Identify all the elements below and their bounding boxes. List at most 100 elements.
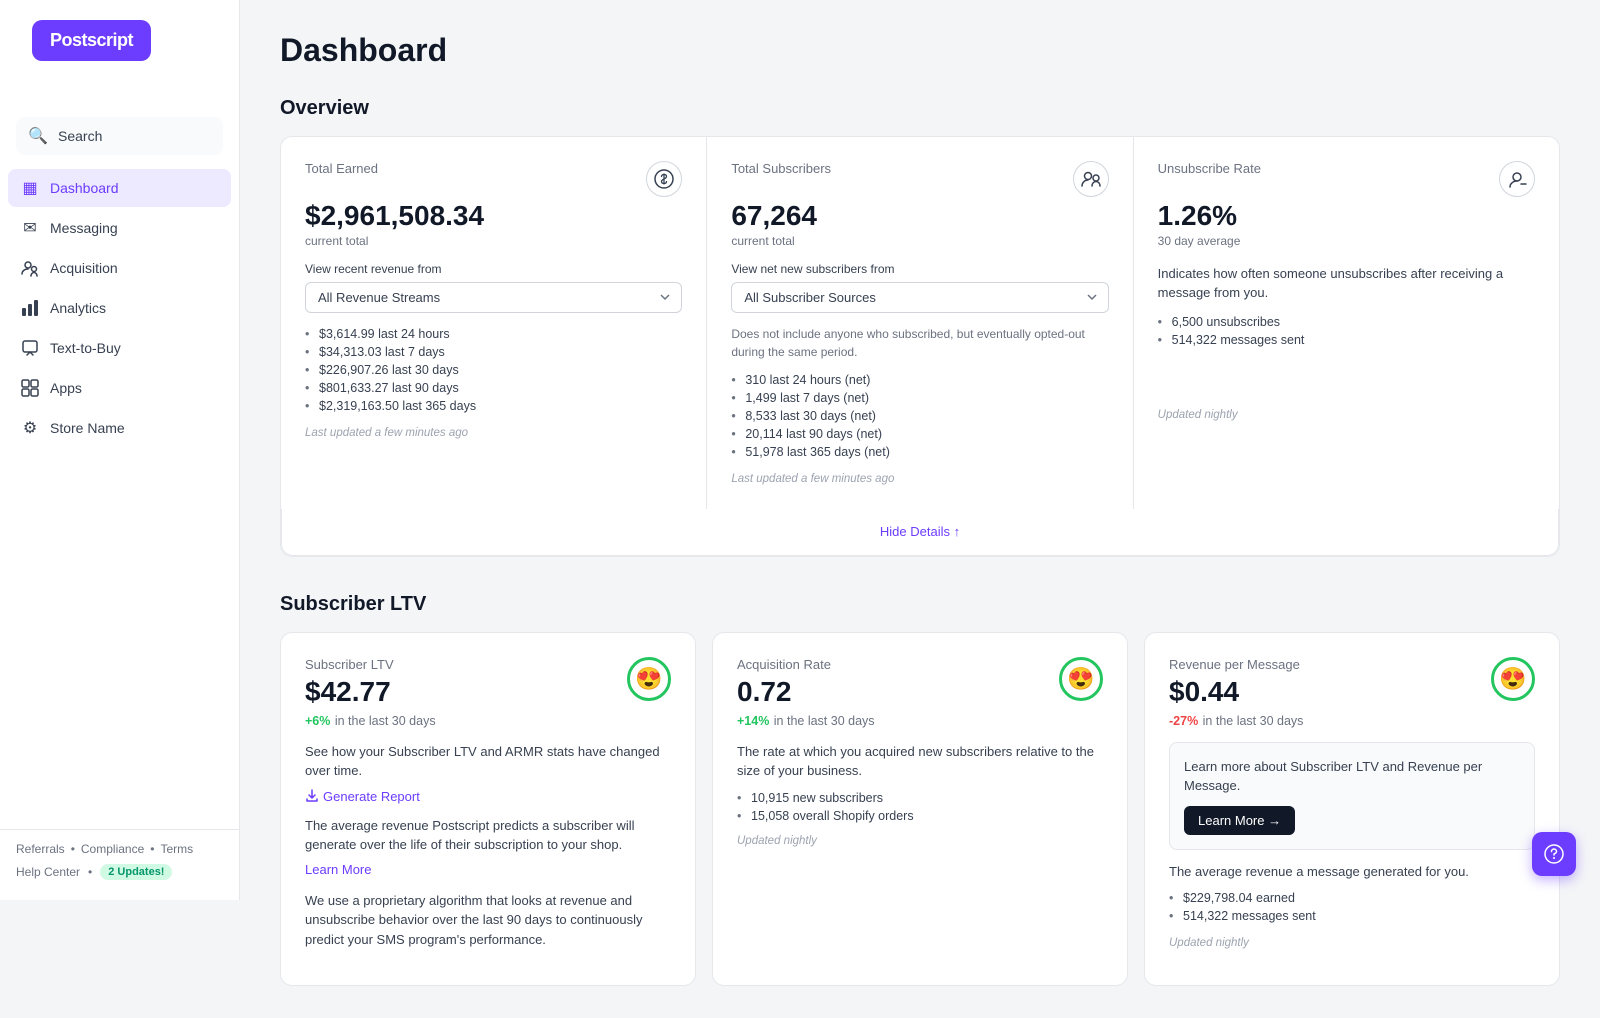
overview-cards-wrapper: Total Earned $2,961,508.34 current total…: [280, 136, 1560, 557]
terms-link[interactable]: Terms: [160, 842, 193, 856]
subscribers-label: Total Subscribers: [731, 161, 831, 176]
revenue-per-message-card: Revenue per Message $0.44 -27% in the la…: [1144, 632, 1560, 987]
rpm-value: $0.44: [1169, 676, 1303, 708]
subscribers-sub: current total: [731, 234, 1108, 248]
subscribers-updated: Last updated a few minutes ago: [731, 473, 1108, 485]
rpm-bullet-1: $229,798.04 earned: [1169, 889, 1535, 907]
apps-icon: [20, 378, 40, 398]
analytics-icon: [20, 298, 40, 318]
ltv-extra-desc: The average revenue Postscript predicts …: [305, 816, 671, 855]
text-to-buy-icon: [20, 338, 40, 358]
revenue-bullet-3: $226,907.26 last 30 days: [305, 361, 682, 379]
rpm-change: -27%: [1169, 714, 1198, 728]
rpm-change-text: in the last 30 days: [1203, 714, 1304, 728]
ltv-value: $42.77: [305, 676, 436, 708]
hide-details-bar: Hide Details ↑: [281, 509, 1559, 556]
subscribers-icon: [1073, 161, 1109, 197]
total-subscribers-card: Total Subscribers 67,264 current total: [707, 137, 1133, 509]
sidebar-item-acquisition[interactable]: Acquisition: [8, 249, 231, 287]
rpm-updated: Updated nightly: [1169, 937, 1535, 949]
sidebar-item-analytics[interactable]: Analytics: [8, 289, 231, 327]
page-title: Dashboard: [280, 32, 1560, 69]
revenue-updated: Last updated a few minutes ago: [305, 427, 682, 439]
unsub-bullet-2: 514,322 messages sent: [1158, 331, 1535, 349]
sidebar-item-text-to-buy[interactable]: Text-to-Buy: [8, 329, 231, 367]
overview-section: Overview Total Earned $2,961,508.3: [280, 97, 1560, 557]
search-item[interactable]: 🔍 Search: [16, 117, 223, 155]
unsub-sub: 30 day average: [1158, 234, 1535, 248]
acq-bullet-1: 10,915 new subscribers: [737, 789, 1103, 807]
acq-description: The rate at which you acquired new subsc…: [737, 742, 1103, 781]
revenue-filter-label: View recent revenue from: [305, 262, 682, 276]
generate-report-link[interactable]: Generate Report: [305, 789, 671, 804]
revenue-bullet-2: $34,313.03 last 7 days: [305, 343, 682, 361]
dollar-icon: [646, 161, 682, 197]
unsub-icon: [1499, 161, 1535, 197]
ltv-change: +6%: [305, 714, 330, 728]
acq-bullets: 10,915 new subscribers 15,058 overall Sh…: [737, 789, 1103, 825]
hide-details-link[interactable]: Hide Details ↑: [880, 524, 960, 539]
dashboard-icon: ▦: [20, 178, 40, 198]
sidebar-item-messaging[interactable]: ✉ Messaging: [8, 209, 231, 247]
sidebar-item-store-name[interactable]: ⚙ Store Name: [8, 409, 231, 447]
ltv-change-text: in the last 30 days: [335, 714, 436, 728]
messaging-icon: ✉: [20, 218, 40, 238]
revenue-bullet-5: $2,319,163.50 last 365 days: [305, 397, 682, 415]
ltv-description: See how your Subscriber LTV and ARMR sta…: [305, 742, 671, 781]
updates-badge[interactable]: 2 Updates!: [100, 864, 172, 880]
main-content: Dashboard Overview Total Earned: [240, 0, 1600, 1018]
subscriber-sources-select[interactable]: All Subscriber SourcesOrganicPaid: [731, 282, 1108, 313]
revenue-bullets: $3,614.99 last 24 hours $34,313.03 last …: [305, 325, 682, 415]
ltv-cards-row: Subscriber LTV $42.77 +6% in the last 30…: [280, 632, 1560, 987]
sidebar-item-apps[interactable]: Apps: [8, 369, 231, 407]
acq-change: +14%: [737, 714, 769, 728]
sub-bullet-3: 8,533 last 30 days (net): [731, 407, 1108, 425]
acq-change-text: in the last 30 days: [774, 714, 875, 728]
rpm-bullet-2: 514,322 messages sent: [1169, 907, 1535, 925]
ltv-title: Subscriber LTV: [280, 593, 1560, 616]
sidebar-item-dashboard[interactable]: ▦ Dashboard: [8, 169, 231, 207]
rpm-emoji: 😍: [1491, 657, 1535, 701]
store-icon: ⚙: [20, 418, 40, 438]
logo[interactable]: Postscript: [32, 20, 151, 61]
acq-emoji: 😍: [1059, 657, 1103, 701]
acq-bullet-2: 15,058 overall Shopify orders: [737, 807, 1103, 825]
sidebar: Postscript 🔍 Search ▦ Dashboard ✉ Messag…: [0, 0, 240, 900]
rpm-description: The average revenue a message generated …: [1169, 862, 1535, 882]
overview-title: Overview: [280, 97, 1560, 120]
unsub-bullets: 6,500 unsubscribes 514,322 messages sent: [1158, 313, 1535, 349]
overview-cards: Total Earned $2,961,508.34 current total…: [281, 137, 1559, 509]
sub-bullet-2: 1,499 last 7 days (net): [731, 389, 1108, 407]
ltv-label: Subscriber LTV: [305, 657, 436, 672]
compliance-link[interactable]: Compliance: [81, 842, 144, 856]
sidebar-footer: Referrals • Compliance • Terms Help Cent…: [0, 829, 239, 880]
revenue-bullet-1: $3,614.99 last 24 hours: [305, 325, 682, 343]
sub-bullet-4: 20,114 last 90 days (net): [731, 425, 1108, 443]
sub-bullet-5: 51,978 last 365 days (net): [731, 443, 1108, 461]
subscriber-filter-label: View net new subscribers from: [731, 262, 1108, 276]
unsub-bullet-1: 6,500 unsubscribes: [1158, 313, 1535, 331]
revenue-streams-select[interactable]: All Revenue StreamsSMSEmail: [305, 282, 682, 313]
ltv-learn-more[interactable]: Learn More: [305, 862, 371, 877]
rpm-info-text: Learn more about Subscriber LTV and Reve…: [1184, 757, 1520, 796]
rpm-label: Revenue per Message: [1169, 657, 1303, 672]
unsubscribe-rate-card: Unsubscribe Rate 1.26% 30 day average In…: [1134, 137, 1559, 509]
total-earned-value: $2,961,508.34: [305, 201, 682, 232]
total-earned-sub: current total: [305, 234, 682, 248]
rpm-info-box: Learn more about Subscriber LTV and Reve…: [1169, 742, 1535, 850]
search-icon: 🔍: [28, 126, 48, 146]
subscribers-bullets: 310 last 24 hours (net) 1,499 last 7 day…: [731, 371, 1108, 461]
acquisition-card: Acquisition Rate 0.72 +14% in the last 3…: [712, 632, 1128, 987]
total-earned-card: Total Earned $2,961,508.34 current total…: [281, 137, 707, 509]
rpm-bullets: $229,798.04 earned 514,322 messages sent: [1169, 889, 1535, 925]
ltv-emoji: 😍: [627, 657, 671, 701]
rpm-learn-more-btn[interactable]: Learn More →: [1184, 806, 1295, 835]
unsub-description: Indicates how often someone unsubscribes…: [1158, 264, 1535, 303]
acq-value: 0.72: [737, 676, 875, 708]
help-fab[interactable]: [1532, 832, 1576, 876]
subscribers-note: Does not include anyone who subscribed, …: [731, 325, 1108, 361]
referrals-link[interactable]: Referrals: [16, 842, 65, 856]
sub-bullet-1: 310 last 24 hours (net): [731, 371, 1108, 389]
help-center-link[interactable]: Help Center: [16, 865, 80, 879]
unsub-updated: Updated nightly: [1158, 409, 1535, 421]
